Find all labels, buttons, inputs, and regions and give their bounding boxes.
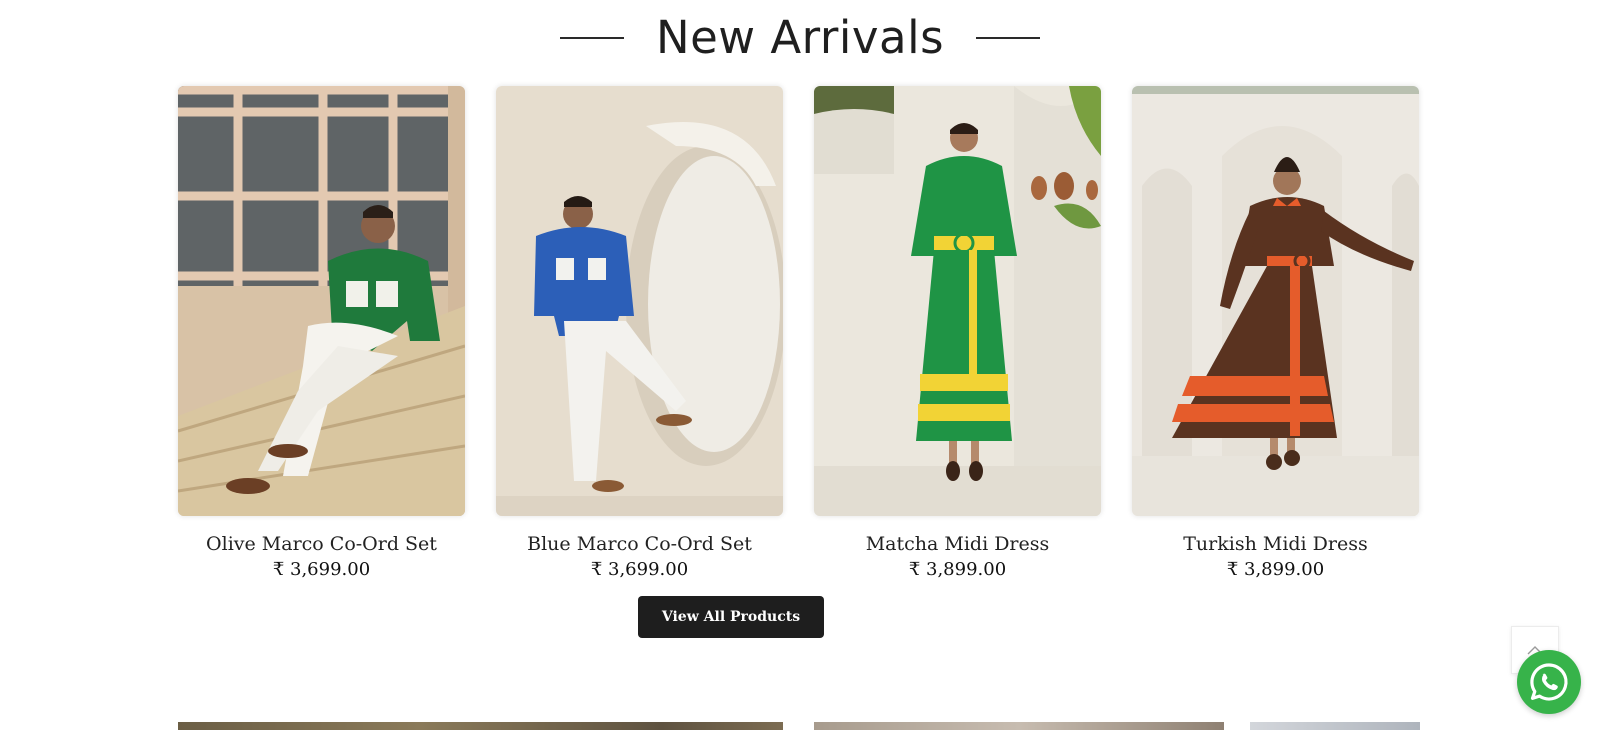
product-card[interactable]: Matcha Midi Dress ₹ 3,899.00 bbox=[814, 86, 1101, 583]
next-section-banner[interactable] bbox=[178, 722, 783, 730]
product-card[interactable]: Olive Marco Co-Ord Set ₹ 3,699.00 bbox=[178, 86, 465, 583]
section-heading: New Arrivals bbox=[0, 6, 1600, 70]
heading-rule-left bbox=[559, 37, 624, 39]
product-name[interactable]: Blue Marco Co-Ord Set bbox=[496, 531, 783, 557]
product-price: ₹ 3,899.00 bbox=[1226, 559, 1325, 580]
product-price: ₹ 3,699.00 bbox=[590, 559, 689, 580]
product-image[interactable] bbox=[178, 86, 465, 516]
product-photo-olive-marco bbox=[178, 86, 465, 516]
next-section-banner[interactable] bbox=[1250, 722, 1420, 730]
product-grid: Olive Marco Co-Ord Set ₹ 3,699.00 Blue M… bbox=[178, 86, 1419, 583]
product-card[interactable]: Blue Marco Co-Ord Set ₹ 3,699.00 bbox=[496, 86, 783, 583]
product-name[interactable]: Olive Marco Co-Ord Set bbox=[178, 531, 465, 557]
product-name[interactable]: Matcha Midi Dress bbox=[814, 531, 1101, 557]
whatsapp-icon bbox=[1530, 663, 1568, 701]
product-name[interactable]: Turkish Midi Dress bbox=[1132, 531, 1419, 557]
product-card[interactable]: Turkish Midi Dress ₹ 3,899.00 bbox=[1132, 86, 1419, 583]
product-image[interactable] bbox=[496, 86, 783, 516]
product-photo-matcha-midi bbox=[814, 86, 1101, 516]
page: New Arrivals Olive Marco Co-Ord Set ₹ 3,… bbox=[0, 0, 1600, 730]
product-price: ₹ 3,699.00 bbox=[272, 559, 371, 580]
product-photo-blue-marco bbox=[496, 86, 783, 516]
product-image[interactable] bbox=[814, 86, 1101, 516]
next-section-banner[interactable] bbox=[814, 722, 1224, 730]
heading-rule-right bbox=[976, 37, 1041, 39]
view-all-products-button[interactable]: View All Products bbox=[638, 596, 824, 638]
product-photo-turkish-midi bbox=[1132, 86, 1419, 516]
section-title: New Arrivals bbox=[655, 11, 945, 64]
product-image[interactable] bbox=[1132, 86, 1419, 516]
product-price: ₹ 3,899.00 bbox=[908, 559, 1007, 580]
whatsapp-button[interactable] bbox=[1517, 650, 1581, 714]
